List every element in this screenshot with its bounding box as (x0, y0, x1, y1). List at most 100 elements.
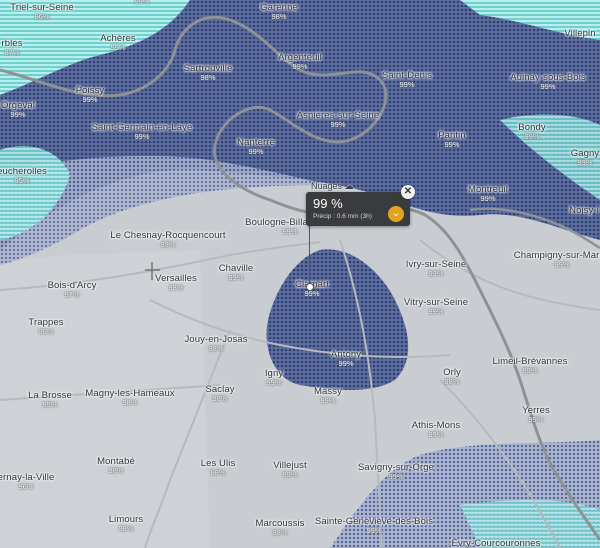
place-label: Triel-sur-Seine 96% (10, 2, 73, 21)
place-label: Vitry-sur-Seine 99% (404, 297, 468, 316)
place-label: Sartrouville 98% (184, 63, 233, 82)
place-name: Évry-Courcouronnes (451, 538, 541, 548)
place-label: Athis-Mons 99% (412, 420, 461, 439)
place-label: Villejust 99% (273, 460, 306, 479)
popup-subtitle: Précip : 0.6 mm (3h) (313, 213, 372, 220)
place-cloud-percent: 95% (14, 176, 30, 185)
place-label: Gagny 99% (571, 148, 600, 167)
place-cloud-percent: 99% (428, 430, 444, 439)
place-label: Les Ulis 98% (201, 458, 236, 477)
place-cloud-percent: 99% (292, 62, 308, 71)
place-label: Antony 99% (331, 349, 361, 368)
place-label: Saint-Denis 99% (382, 70, 432, 89)
place-label: Bois-d'Arcy 97% (48, 280, 97, 299)
place-cloud-percent: 98% (444, 377, 460, 386)
place-label: Villepin (564, 28, 595, 39)
place-label: Saint-Germain-en-Laye 99% (92, 122, 193, 141)
place-cloud-percent: 99% (524, 132, 540, 141)
place-label: Versailles 98% (155, 273, 197, 292)
forecast-popup[interactable]: 99 % Précip : 0.6 mm (3h) ⌄ (306, 192, 410, 226)
place-cloud-percent: 96% (18, 482, 34, 491)
place-cloud-percent: 98% (272, 528, 288, 537)
weather-map[interactable]: Triel-sur-Seine 96% 99% Garenne 98% Achères 99… (0, 0, 600, 548)
place-label: eucherolles 95% (0, 166, 47, 185)
place-cloud-percent: 99% (388, 472, 404, 481)
place-label: Montabé 98% (97, 456, 135, 475)
place-label: rbles 97% (1, 38, 22, 57)
place-cloud-percent: 99% (480, 194, 496, 203)
place-cloud-percent: 99% (134, 0, 150, 6)
place-cloud-percent: 99% (10, 110, 26, 119)
layer-label: Nuages ☁ (311, 181, 354, 191)
place-label: Magny-les-Hameaux 98% (85, 388, 174, 407)
place-label: Limours 98% (109, 514, 144, 533)
place-label: Aulnay-sous-Bois 99% (510, 72, 586, 91)
close-icon[interactable]: ✕ (401, 185, 415, 199)
place-label: 99% (134, 0, 149, 6)
pin-line (309, 226, 310, 286)
place-name: Villepin (564, 28, 596, 39)
place-cloud-percent: 99% (134, 132, 150, 141)
cloud-icon: ☁ (344, 181, 354, 191)
place-cloud-percent: 99% (282, 470, 298, 479)
place-label: Montreuil 99% (468, 184, 508, 203)
place-cloud-percent: 98% (168, 283, 184, 292)
place-cloud-percent: 98% (271, 12, 287, 21)
place-label: Savigny-sur-Orge 99% (358, 462, 434, 481)
place-label: Jouy-en-Josas 98% (184, 334, 247, 353)
place-label: Limeil-Brévannes 99% (493, 356, 568, 375)
popup-value: 99 % (313, 196, 343, 211)
place-cloud-percent: 99% (577, 158, 593, 167)
place-label: Champigny-sur-Marne99% (514, 250, 600, 269)
place-label: Chaville 99% (219, 263, 254, 282)
place-cloud-percent: 99% (228, 273, 244, 282)
place-label: Massy 99% (314, 386, 342, 405)
place-label: Marcoussis 98% (255, 518, 304, 537)
place-cloud-percent: 99% (428, 307, 444, 316)
place-label: Évry-Courcouronnes (452, 538, 541, 548)
place-label: Igny 99% (265, 368, 283, 387)
place-label: Garenne 98% (260, 2, 298, 21)
place-cloud-percent: 96% (38, 327, 54, 336)
place-cloud-percent: 98% (200, 73, 216, 82)
place-label: Yerres 99% (522, 405, 550, 424)
place-cloud-percent: 99% (110, 43, 126, 52)
place-cloud-percent: 99% (366, 526, 382, 535)
chevron-down-icon[interactable]: ⌄ (388, 206, 404, 222)
place-cloud-percent: 95% (42, 400, 58, 409)
place-name: Noisy-l (569, 205, 599, 216)
place-label: Trappes 96% (28, 317, 63, 336)
place-label: Nanterre 99% (237, 137, 275, 156)
place-label: Poissy 99% (76, 85, 105, 104)
place-cloud-percent: 98% (108, 466, 124, 475)
place-cloud-percent: 98% (118, 524, 134, 533)
place-cloud-percent: 99% (399, 80, 415, 89)
place-label: Saclay 98% (205, 384, 234, 403)
place-label: Ivry-sur-Seine 99% (406, 259, 467, 278)
place-label: Le Chesnay-Rocquencourt 99% (110, 230, 225, 249)
place-cloud-percent: 99% (428, 269, 444, 278)
place-cloud-percent: 99% (540, 82, 556, 91)
place-cloud-percent: 98% (212, 394, 228, 403)
place-label: Argenteuil 99% (278, 52, 322, 71)
place-label: Sainte-Geneviève-des-Bois 99% (315, 516, 433, 535)
place-label: Orgeval 99% (1, 100, 35, 119)
place-cloud-percent: 99% (330, 120, 346, 129)
place-cloud-percent: 99% (320, 396, 336, 405)
place-label: Orly 98% (443, 367, 461, 386)
place-label: Noisy-l (569, 205, 599, 216)
place-label: La Brosse 95% (28, 390, 72, 409)
place-cloud-percent: 99% (160, 240, 176, 249)
place-cloud-percent: 99% (248, 147, 264, 156)
place-label: Bondy 99% (518, 122, 545, 141)
place-cloud-percent: 99% (522, 366, 538, 375)
place-cloud-percent: 98% (210, 468, 226, 477)
place-cloud-percent: 98% (208, 344, 224, 353)
place-cloud-percent: 99% (338, 359, 354, 368)
location-pin[interactable] (306, 283, 314, 291)
place-cloud-percent: 99% (282, 227, 298, 236)
place-label: ernay-la-Ville 96% (0, 472, 54, 491)
place-label: Pantin 99% (438, 130, 466, 149)
place-cloud-percent: 99% (266, 378, 282, 387)
place-label: Asnières-sur-Seine 99% (297, 110, 380, 129)
